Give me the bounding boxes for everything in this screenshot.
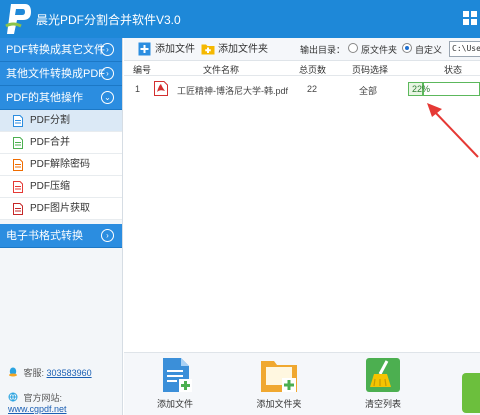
nav-section-ebook[interactable]: 电子书格式转换 ›: [0, 224, 122, 248]
sidebar-item-label: PDF分割: [30, 115, 70, 126]
nav-section-label: 电子书格式转换: [6, 230, 83, 242]
sidebar-item-pdf-merge[interactable]: PDF合并: [0, 132, 122, 154]
add-folder-icon: [201, 44, 215, 55]
column-header-range: 页码选择: [352, 65, 389, 75]
chevron-right-icon: ›: [101, 229, 114, 242]
clear-list-label: 清空列表: [364, 399, 401, 409]
bottom-add-folder-label: 添加文件夹: [256, 399, 302, 409]
row-index: 1: [135, 84, 141, 94]
column-header-status: 状态: [444, 65, 463, 75]
add-folder-button[interactable]: 添加文件夹: [201, 42, 268, 57]
nav-section-label: PDF的其他操作: [6, 92, 83, 104]
contact-website: 官方网站: www.cgpdf.net: [8, 391, 122, 414]
bottom-add-file-button[interactable]: 添加文件: [145, 357, 205, 410]
sidebar-item-label: PDF解除密码: [30, 159, 90, 170]
sidebar: PDF转换成其它文件 › 其他文件转换成PDF › PDF的其他操作 ⌄ PDF…: [0, 38, 123, 415]
bottom-add-file-label: 添加文件: [156, 399, 193, 409]
nav-section-pdf-other-ops[interactable]: PDF的其他操作 ⌄: [0, 86, 122, 110]
add-file-icon: [138, 42, 151, 56]
globe-icon: [8, 392, 18, 402]
radio-custom-folder-label: 自定义: [415, 45, 443, 55]
chevron-down-icon: ⌄: [101, 91, 114, 104]
sidebar-item-pdf-compress[interactable]: PDF压缩: [0, 176, 122, 198]
bottom-action-bar: 添加文件 添加文件夹 清空列表: [124, 352, 480, 415]
pdf-file-icon: [13, 137, 23, 149]
website-link[interactable]: www.cgpdf.net: [8, 404, 67, 414]
row-range: 全部: [359, 86, 378, 96]
sidebar-item-pdf-image-extract[interactable]: PDF图片获取: [0, 198, 122, 220]
add-file-large-icon: [163, 358, 192, 392]
file-table-header: 编号 文件名称 总页数 页码选择 状态: [124, 62, 480, 76]
website-label: 官方网站:: [23, 393, 63, 403]
toolbar: 添加文件 添加文件夹 输出目录： 原文件夹 自定义 C:\User: [124, 38, 480, 61]
sidebar-item-label: PDF图片获取: [30, 203, 90, 214]
sidebar-item-pdf-split[interactable]: PDF分割: [0, 110, 122, 132]
app-title: 晨光PDF分割合并软件V3.0: [36, 13, 181, 27]
radio-source-folder-label: 原文件夹: [361, 45, 398, 55]
title-bar: 晨光PDF分割合并软件V3.0: [0, 0, 480, 38]
nav-section-label: PDF转换成其它文件: [6, 44, 105, 56]
chevron-right-icon: ›: [101, 67, 114, 80]
row-pages: 22: [307, 84, 318, 94]
pdf-file-icon: [13, 115, 23, 127]
app-logo-icon: [5, 4, 31, 34]
nav-section-label: 其他文件转换成PDF: [6, 68, 105, 80]
output-dir-label: 输出目录：: [300, 45, 346, 55]
chevron-right-icon: ›: [101, 43, 114, 56]
progress-percent: 22%: [412, 84, 431, 94]
pdf-file-icon: [13, 203, 23, 215]
nav-section-other-to-pdf[interactable]: 其他文件转换成PDF ›: [0, 62, 122, 86]
menu-grid-icon[interactable]: [462, 10, 478, 26]
add-folder-large-icon: [261, 361, 297, 392]
pdf-file-icon: [13, 181, 23, 193]
column-header-index: 编号: [133, 65, 152, 75]
column-header-filename: 文件名称: [203, 65, 240, 75]
bottom-add-folder-button[interactable]: 添加文件夹: [249, 357, 309, 410]
contact-qq: 客服: 303583960: [8, 366, 92, 379]
broom-icon: [366, 358, 400, 392]
pdf-file-icon: [13, 159, 23, 171]
sidebar-item-pdf-unlock[interactable]: PDF解除密码: [0, 154, 122, 176]
row-filename: 工匠精神-博洛尼大学-韩.pdf: [177, 86, 289, 96]
output-path-field[interactable]: C:\User: [449, 41, 480, 57]
row-progress-bar: 22%: [408, 82, 480, 96]
qq-label: 客服:: [23, 368, 45, 378]
nav-section-pdf-to-other[interactable]: PDF转换成其它文件 ›: [0, 38, 122, 62]
start-button[interactable]: [462, 373, 480, 413]
sidebar-item-label: PDF合并: [30, 137, 70, 148]
annotation-arrow-icon: [427, 103, 479, 158]
add-file-button[interactable]: 添加文件: [138, 42, 195, 57]
qq-link[interactable]: 303583960: [47, 368, 92, 378]
column-header-pages: 总页数: [299, 65, 327, 75]
radio-source-folder[interactable]: [348, 43, 358, 53]
clear-list-button[interactable]: 清空列表: [353, 357, 413, 410]
qq-icon: [9, 367, 17, 377]
radio-custom-folder[interactable]: [402, 43, 412, 53]
sidebar-item-label: PDF压缩: [30, 181, 70, 192]
pdf-icon: [154, 81, 168, 96]
